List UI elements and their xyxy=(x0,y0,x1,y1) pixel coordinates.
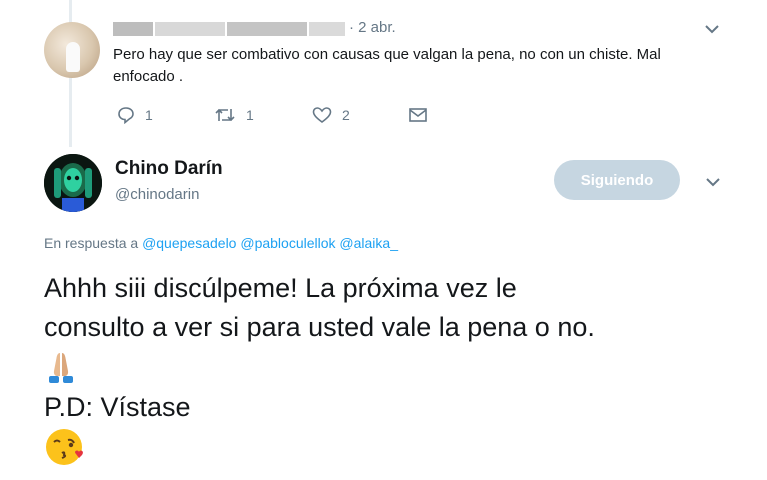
blurred-username xyxy=(113,22,153,36)
author-handle[interactable]: @chinodarin xyxy=(115,186,199,203)
retweet-action[interactable]: 1 xyxy=(214,106,254,124)
direct-message-action[interactable] xyxy=(408,106,438,124)
mention-link[interactable]: @alaika_ xyxy=(339,235,398,251)
chevron-down-icon[interactable] xyxy=(706,177,720,187)
following-button[interactable]: Siguiendo xyxy=(554,160,680,200)
chevron-down-icon[interactable] xyxy=(705,24,719,34)
reply-context: En respuesta a @quepesadelo @pabloculell… xyxy=(44,235,398,251)
author-name[interactable]: Chino Darín xyxy=(115,158,223,180)
blurred-username xyxy=(227,22,307,36)
retweet-icon xyxy=(215,108,235,122)
blurred-username xyxy=(309,22,345,36)
reply-action[interactable]: 1 xyxy=(117,106,153,124)
reply-count: 1 xyxy=(145,107,153,123)
tweet-text-line: consulto a ver si para usted vale la pen… xyxy=(44,312,595,342)
mention-link[interactable]: @pabloculellok xyxy=(240,235,335,251)
like-action[interactable]: 2 xyxy=(312,106,350,124)
tweet-text-line: P.D: Vístase xyxy=(44,392,191,422)
blurred-username xyxy=(155,22,225,36)
folded-hands-icon xyxy=(44,350,78,384)
reply-avatar[interactable] xyxy=(44,22,100,78)
reply-date[interactable]: · 2 abr. xyxy=(349,19,396,36)
mention-link[interactable]: @quepesadelo xyxy=(142,235,236,251)
face-blowing-kiss-icon xyxy=(44,426,86,468)
retweet-count: 1 xyxy=(246,107,254,123)
like-count: 2 xyxy=(342,107,350,123)
tweet-text-line: Ahhh siii discúlpeme! La próxima vez le xyxy=(44,273,517,303)
envelope-icon xyxy=(409,108,427,122)
author-avatar[interactable] xyxy=(44,154,102,212)
reply-text: Pero hay que ser combativo con causas qu… xyxy=(113,46,661,85)
reply-prefix: En respuesta a xyxy=(44,235,139,251)
reply-icon xyxy=(118,107,134,124)
heart-icon xyxy=(312,107,332,124)
